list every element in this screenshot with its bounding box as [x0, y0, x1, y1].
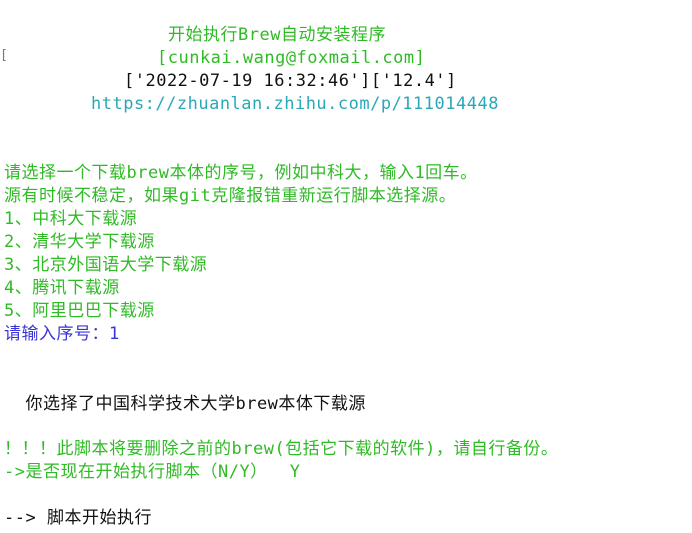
start-message: --> 脚本开始执行 — [4, 508, 152, 528]
selected-message: 你选择了中国科学技术大学brew本体下载源 — [4, 394, 366, 414]
banner-url[interactable]: https://zhuanlan.zhihu.com/p/111014448 — [91, 93, 499, 115]
prompt-line-1: 请选择一个下载brew本体的序号，例如中科大，输入1回车。 — [4, 163, 478, 183]
banner-email: [cunkai.wang@foxmail.com] — [157, 48, 426, 68]
option-item: 5、阿里巴巴下载源 — [4, 301, 155, 321]
warning-message: ！！！此脚本将要删除之前的brew(包括它下载的软件)，请自行备份。 — [4, 439, 559, 459]
terminal-output[interactable]: [ 开始执行Brew自动安装程序 [cunkai.wang@foxmail.co… — [0, 0, 692, 533]
prompt-line-2: 源有时候不稳定，如果git克隆报错重新运行脚本选择源。 — [4, 186, 457, 206]
option-item: 3、北京外国语大学下载源 — [4, 255, 208, 275]
input-prompt-label: 请输入序号： — [4, 324, 109, 344]
scroll-marker: [ — [0, 48, 9, 63]
input-value[interactable]: 1 — [109, 324, 120, 344]
option-item: 4、腾讯下载源 — [4, 278, 120, 298]
input-prompt-row[interactable]: 请输入序号：1 — [4, 323, 120, 345]
banner-meta: ['2022-07-19 16:32:46']['12.4'] — [124, 71, 457, 91]
confirm-value[interactable]: Y — [290, 462, 301, 482]
confirm-row[interactable]: ->是否现在开始执行脚本（N/Y） Y — [4, 461, 300, 483]
option-item: 1、中科大下载源 — [4, 209, 138, 229]
banner-title: 开始执行Brew自动安装程序 — [168, 25, 386, 45]
confirm-prompt: ->是否现在开始执行脚本（N/Y） — [4, 462, 268, 482]
option-item: 2、清华大学下载源 — [4, 232, 155, 252]
